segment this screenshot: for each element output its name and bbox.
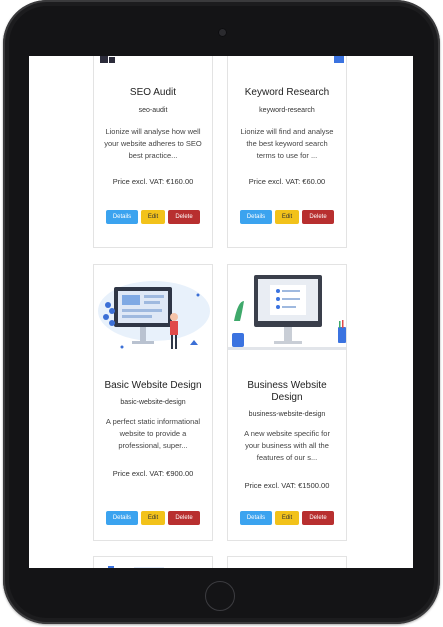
details-button[interactable]: Details	[106, 210, 138, 224]
product-card-keyword-research: Keyword Research keyword-research Lioniz…	[227, 56, 347, 248]
card-price: Price excl. VAT: €1500.00	[244, 481, 330, 490]
business-website-illustration	[228, 265, 346, 360]
camera-icon	[218, 28, 227, 37]
card-slug: seo-audit	[138, 107, 168, 114]
card-actions: Details Edit Delete	[94, 210, 212, 224]
product-card-seo-audit: SEO Audit seo-audit Lionize will analyse…	[93, 56, 213, 248]
card-price: Price excl. VAT: €160.00	[112, 177, 194, 186]
seo-audit-illustration	[94, 56, 212, 67]
delete-button[interactable]: Delete	[168, 210, 200, 224]
card-slug: business-website-design	[248, 411, 326, 418]
edit-button[interactable]: Edit	[141, 511, 165, 525]
details-button[interactable]: Details	[240, 210, 272, 224]
card-actions: Details Edit Delete	[94, 511, 212, 525]
product-card-partial	[93, 556, 213, 568]
card-slug: keyword-research	[259, 107, 315, 114]
delete-button[interactable]: Delete	[302, 511, 334, 525]
card-title: SEO Audit	[129, 87, 177, 98]
card-title: Basic Website Design	[104, 380, 202, 391]
screen: SEO Audit seo-audit Lionize will analyse…	[29, 56, 413, 568]
card-description: A new website specific for your business…	[244, 429, 330, 462]
keyword-research-illustration	[228, 56, 346, 67]
edit-button[interactable]: Edit	[141, 210, 165, 224]
delete-button[interactable]: Delete	[168, 511, 200, 525]
product-card-business-website-design: Business Website Design business-website…	[227, 264, 347, 541]
card-description: A perfect static informational website t…	[105, 417, 201, 450]
card-price: Price excl. VAT: €900.00	[112, 469, 194, 478]
delete-button[interactable]: Delete	[302, 210, 334, 224]
details-button[interactable]: Details	[240, 511, 272, 525]
details-button[interactable]: Details	[106, 511, 138, 525]
partial-illustration	[108, 566, 164, 568]
card-title: Keyword Research	[244, 87, 330, 98]
card-slug: basic-website-design	[120, 399, 186, 406]
card-description: Lionize will find and analyse the best k…	[240, 127, 334, 160]
card-actions: Details Edit Delete	[228, 210, 346, 224]
card-description: Lionize will analyse how well your websi…	[104, 127, 202, 160]
edit-button[interactable]: Edit	[275, 210, 299, 224]
product-card-basic-website-design: Basic Website Design basic-website-desig…	[93, 264, 213, 541]
card-price: Price excl. VAT: €60.00	[248, 177, 326, 186]
edit-button[interactable]: Edit	[275, 511, 299, 525]
card-title: Business Website Design	[247, 380, 327, 403]
home-button[interactable]	[205, 581, 235, 611]
website-design-illustration	[94, 265, 212, 360]
product-card-partial	[227, 556, 347, 568]
card-actions: Details Edit Delete	[228, 511, 346, 525]
